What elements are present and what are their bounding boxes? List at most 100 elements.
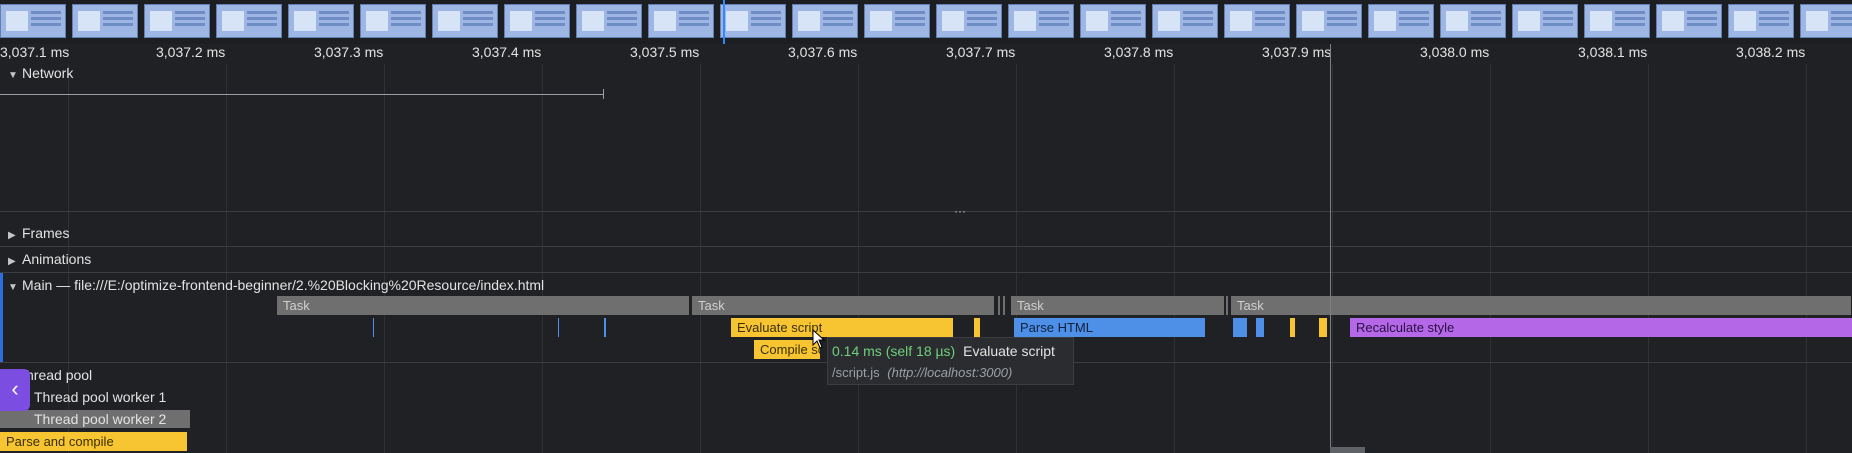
frame-thumbnail[interactable] (288, 4, 354, 38)
flame-task-small[interactable] (1003, 296, 1005, 315)
tooltip-origin: (http://localhost:3000) (887, 365, 1013, 380)
event-tooltip: 0.14 ms (self 18 µs) Evaluate script /sc… (827, 337, 1074, 385)
ruler-tick-label: 3,037.5 ms (630, 44, 700, 60)
frame-thumbnail[interactable] (936, 4, 1002, 38)
screenshots-filmstrip[interactable] (0, 0, 1852, 44)
ruler-tick-label: 3,037.2 ms (156, 44, 226, 60)
frame-thumbnail[interactable] (504, 4, 570, 38)
frame-thumbnail[interactable] (1368, 4, 1434, 38)
sidebar-toggle-button[interactable]: ‹ (0, 369, 30, 411)
frame-thumbnail[interactable] (144, 4, 210, 38)
flame-evaluate-script[interactable]: Evaluate script (731, 318, 953, 337)
ruler-tick-label: 3,037.1 ms (0, 44, 70, 60)
triangle-down-icon[interactable]: ▼ (8, 65, 20, 87)
track-thread-pool-worker-2[interactable]: Thread pool worker 2 (34, 408, 166, 430)
triangle-right-icon[interactable]: ▶ (8, 251, 20, 273)
ruler-tick-label: 3,037.7 ms (946, 44, 1016, 60)
ruler-tick-label: 3,037.3 ms (314, 44, 384, 60)
track-thread-pool-worker-1[interactable]: Thread pool worker 1 (34, 386, 166, 408)
ruler-tick-label: 3,038.2 ms (1736, 44, 1806, 60)
chevron-left-icon: ‹ (11, 376, 19, 401)
grid-line (1806, 44, 1807, 453)
frame-thumbnail[interactable] (576, 4, 642, 38)
flame-recalculate-style[interactable]: Recalculate style (1350, 318, 1852, 337)
frame-thumbnail[interactable] (1296, 4, 1362, 38)
track-animations-label: Animations (22, 251, 92, 267)
filmstrip-position-marker (723, 0, 725, 44)
ruler-tick-label: 3,037.6 ms (788, 44, 858, 60)
mouse-pointer-icon (812, 329, 826, 349)
flame-parse-html[interactable]: Parse HTML (1014, 318, 1205, 337)
flame-event-small[interactable] (373, 318, 374, 337)
frame-thumbnail[interactable] (864, 4, 930, 38)
flame-event-small[interactable] (974, 318, 980, 337)
flame-parse-and-compile[interactable]: Parse and compile (0, 432, 187, 451)
frame-thumbnail[interactable] (1080, 4, 1146, 38)
network-request-line[interactable] (0, 94, 603, 95)
ruler-tick-label: 3,037.9 ms (1262, 44, 1332, 60)
frame-thumbnail[interactable] (360, 4, 426, 38)
grid-line (1332, 44, 1333, 453)
time-ruler[interactable] (0, 44, 1852, 64)
track-animations[interactable]: ▶ Animations (0, 248, 91, 270)
ruler-tick-label: 3,037.8 ms (1104, 44, 1174, 60)
frame-thumbnail[interactable] (1728, 4, 1794, 38)
flame-event-small[interactable] (1290, 318, 1295, 337)
flame-event-small[interactable] (604, 318, 606, 337)
flame-task[interactable]: Task (692, 296, 995, 315)
tooltip-duration: 0.14 ms (self 18 µs) (832, 343, 956, 359)
flame-task[interactable]: Task (1231, 296, 1852, 315)
triangle-down-icon[interactable]: ▼ (8, 277, 20, 299)
grid-line (542, 44, 543, 453)
frame-thumbnail[interactable] (648, 4, 714, 38)
flame-task-small[interactable] (998, 296, 1000, 315)
ruler-tick-label: 3,038.1 ms (1578, 44, 1648, 60)
ruler-tick-label: 3,038.0 ms (1420, 44, 1490, 60)
track-main[interactable]: ▼ Main — file:///E:/optimize-frontend-beg… (0, 274, 544, 296)
flame-event-small[interactable] (1233, 318, 1247, 337)
track-thread-pool[interactable]: hread pool (26, 364, 92, 386)
frame-thumbnail[interactable] (792, 4, 858, 38)
grid-line (1648, 44, 1649, 453)
frame-thumbnail[interactable] (1800, 4, 1852, 38)
tooltip-event-name: Evaluate script (963, 343, 1055, 359)
resize-handle-icon[interactable]: ··· (954, 205, 966, 217)
triangle-right-icon[interactable]: ▶ (8, 225, 20, 247)
frame-thumbnail[interactable] (432, 4, 498, 38)
flame-task[interactable]: Task (277, 296, 690, 315)
track-divider (0, 272, 1852, 273)
flame-event-small[interactable] (1319, 318, 1327, 337)
grid-line (1490, 44, 1491, 453)
frame-thumbnail[interactable] (1008, 4, 1074, 38)
pane-divider[interactable] (0, 211, 1852, 212)
frame-thumbnail[interactable] (72, 4, 138, 38)
track-network-label: Network (22, 65, 74, 81)
grid-line (1174, 44, 1175, 453)
track-frames-label: Frames (22, 225, 70, 241)
frame-thumbnail[interactable] (720, 4, 786, 38)
frame-thumbnail[interactable] (1512, 4, 1578, 38)
track-frames[interactable]: ▶ Frames (0, 222, 69, 244)
grid-line (858, 44, 859, 453)
network-request-end-whisker (603, 89, 604, 99)
grid-line (226, 44, 227, 453)
grid-line (1016, 44, 1017, 453)
timeline-cursor-line (1330, 44, 1331, 453)
flame-event-small[interactable] (1256, 318, 1264, 337)
frame-thumbnail[interactable] (1656, 4, 1722, 38)
frame-thumbnail[interactable] (1224, 4, 1290, 38)
frame-thumbnail[interactable] (1584, 4, 1650, 38)
grid-line (384, 44, 385, 453)
tooltip-file: /script.js (832, 365, 880, 380)
frame-thumbnail[interactable] (0, 4, 66, 38)
frame-thumbnail[interactable] (216, 4, 282, 38)
frame-thumbnail[interactable] (1440, 4, 1506, 38)
flame-task[interactable]: Task (1011, 296, 1225, 315)
track-divider (0, 246, 1852, 247)
track-main-label: Main — file:///E:/optimize-frontend-begi… (22, 277, 545, 293)
flame-task-small[interactable] (1226, 296, 1228, 315)
flame-compile-script[interactable]: Compile sc (754, 340, 820, 359)
track-network[interactable]: ▼ Network (0, 62, 73, 84)
frame-thumbnail[interactable] (1152, 4, 1218, 38)
flame-event-small[interactable] (558, 318, 559, 337)
